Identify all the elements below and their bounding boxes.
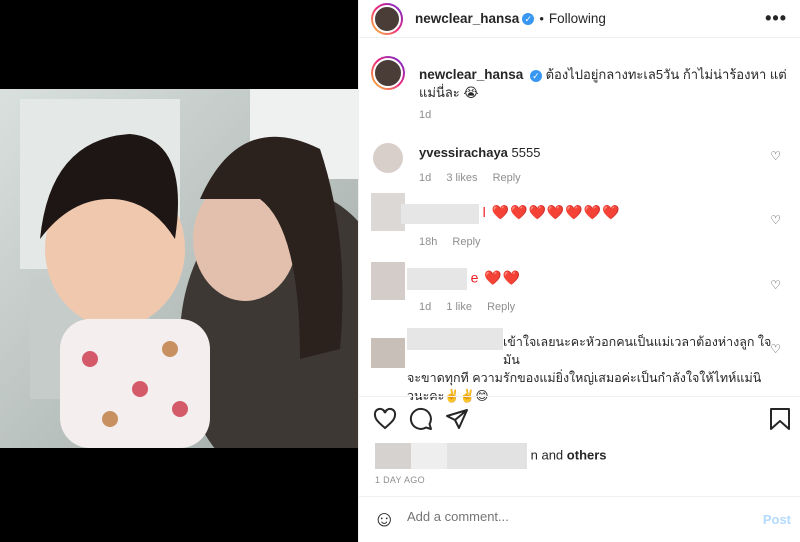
- verified-icon: ✓: [529, 69, 542, 82]
- comment-avatar[interactable]: [373, 143, 403, 173]
- comment-avatar[interactable]: [371, 262, 405, 300]
- like-comment-icon[interactable]: ♡: [770, 149, 781, 163]
- comment-body: เข้าใจเลยนะคะหัวอกคนเป็นแม่เวลาต้องห่างล…: [407, 333, 777, 405]
- comment-input[interactable]: [407, 509, 727, 524]
- like-comment-icon[interactable]: ♡: [770, 213, 781, 227]
- verified-icon: ✓: [522, 12, 535, 25]
- comment-meta: 18h Reply: [419, 236, 493, 248]
- more-options-icon[interactable]: •••: [765, 8, 787, 29]
- caption-username[interactable]: newclear_hansa: [419, 67, 523, 82]
- likes-suffix: n and: [530, 447, 564, 463]
- comment-text: 5555: [511, 145, 541, 160]
- emoji-icon[interactable]: ☺: [373, 507, 395, 531]
- comment-text-line: เข้าใจเลยนะคะหัวอกคนเป็นแม่เวลาต้องห่างล…: [503, 335, 772, 367]
- caption-time[interactable]: 1d: [419, 109, 431, 121]
- comment-text-line: จะขาดทุกที ความรักของแม่ยิ่งใหญ่เสมอค่ะเ…: [407, 371, 762, 385]
- reply-button[interactable]: Reply: [487, 301, 515, 313]
- comment-icon[interactable]: [409, 407, 433, 434]
- comment-avatar[interactable]: [371, 338, 405, 368]
- redacted-liker-name: [447, 443, 527, 469]
- post-comment-button[interactable]: Post: [763, 512, 791, 527]
- like-comment-icon[interactable]: ♡: [770, 278, 781, 292]
- photo-illustration: [0, 89, 358, 448]
- liker-avatar[interactable]: [375, 443, 411, 469]
- comment-username[interactable]: yvessirachaya: [419, 145, 508, 160]
- reply-button[interactable]: Reply: [493, 172, 521, 184]
- author-username[interactable]: newclear_hansa: [415, 11, 519, 26]
- comment-time[interactable]: 1d: [419, 301, 431, 313]
- post-time-ago[interactable]: 1 DAY AGO: [375, 475, 425, 485]
- comment-body: e ❤️❤️: [407, 268, 521, 290]
- comment-meta: 1d 1 like Reply: [419, 301, 527, 313]
- post-side-panel: newclear_hansa ✓ • Following ••• newclea…: [358, 0, 800, 542]
- likes-others-link[interactable]: others: [567, 447, 607, 462]
- reply-button[interactable]: Reply: [452, 236, 480, 248]
- following-button[interactable]: Following: [549, 11, 606, 26]
- bookmark-icon[interactable]: [769, 407, 791, 434]
- post-header: newclear_hansa ✓ • Following •••: [359, 0, 800, 38]
- redacted-username: [401, 203, 479, 224]
- comment-likes[interactable]: 1 like: [446, 301, 472, 313]
- comment-time[interactable]: 1d: [419, 172, 431, 184]
- comment-avatar[interactable]: [371, 193, 405, 231]
- likes-summary: n and others: [375, 443, 607, 469]
- add-comment-bar: ☺ Post: [359, 496, 800, 542]
- comment-text: l ❤️❤️❤️❤️❤️❤️❤️: [482, 204, 621, 220]
- like-comment-icon[interactable]: ♡: [770, 342, 781, 356]
- comment-likes[interactable]: 3 likes: [446, 172, 477, 184]
- author-avatar[interactable]: [371, 2, 403, 35]
- post-photo[interactable]: [0, 89, 358, 448]
- comment-time[interactable]: 18h: [419, 236, 437, 248]
- comment-text: e ❤️❤️: [470, 269, 522, 286]
- liker-avatar[interactable]: [411, 443, 447, 469]
- redacted-username: [407, 268, 467, 290]
- comment-body: l ❤️❤️❤️❤️❤️❤️❤️: [401, 203, 621, 224]
- separator-dot: •: [539, 11, 544, 26]
- crying-emoji-icon: 😭: [463, 85, 479, 100]
- comment-meta: 1d 3 likes Reply: [419, 172, 533, 184]
- caption-avatar[interactable]: [371, 56, 405, 90]
- comment-body: yvessirachaya 5555: [419, 144, 540, 162]
- caption-body: newclear_hansa ✓ ต้องไปอยู่กลางทะเล5วัน …: [419, 66, 789, 102]
- like-icon[interactable]: [373, 407, 397, 434]
- post-media-area: [0, 0, 358, 542]
- share-icon[interactable]: [445, 407, 469, 434]
